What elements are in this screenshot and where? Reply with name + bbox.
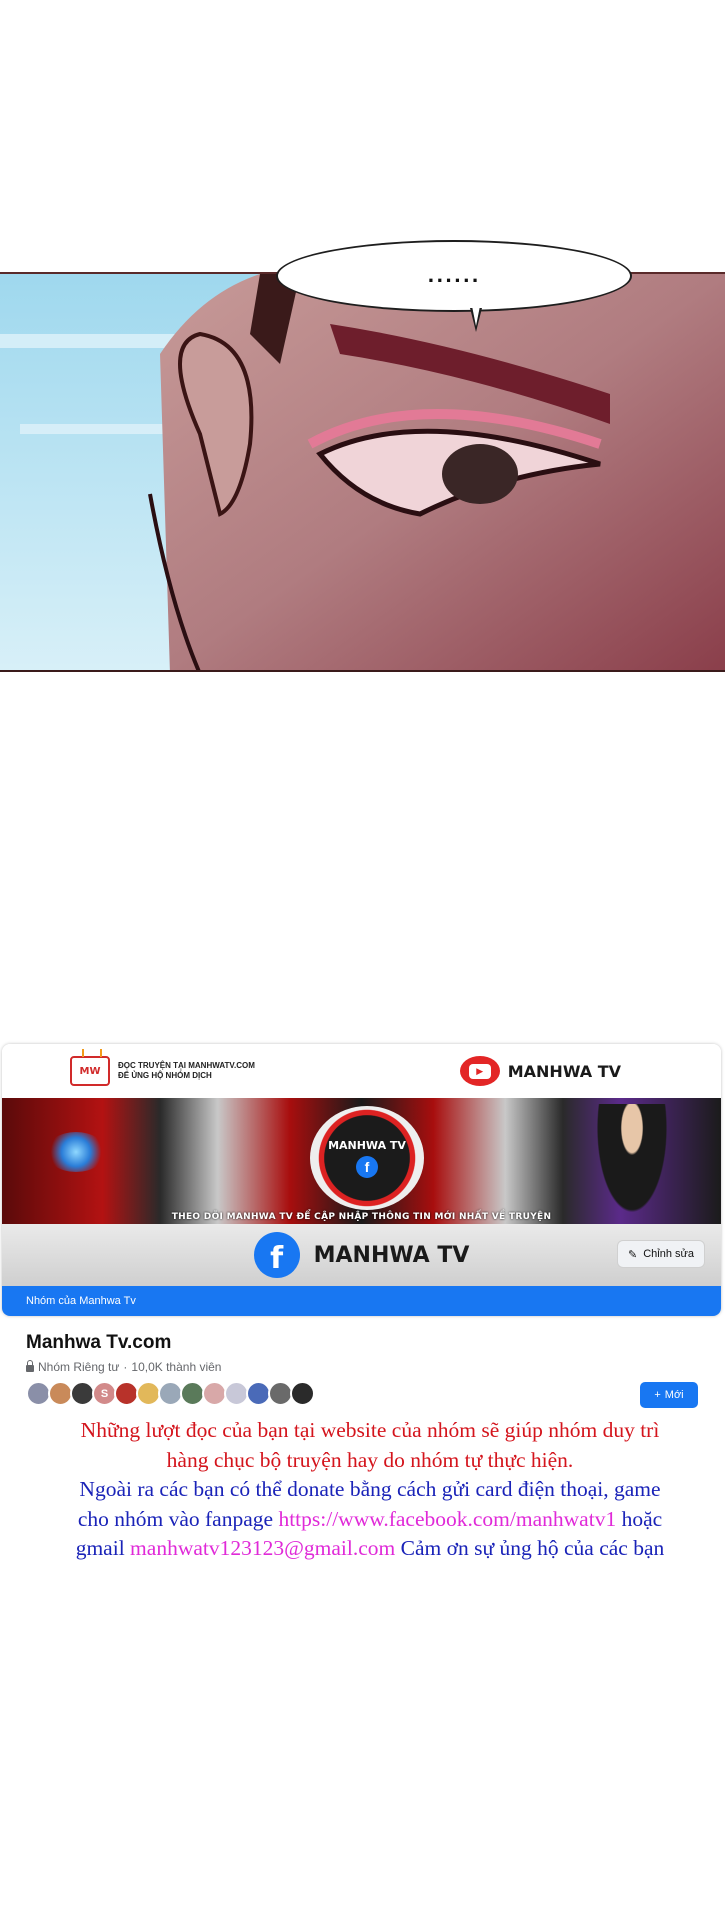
notice-line-5-start: gmail bbox=[75, 1536, 131, 1560]
new-post-label: Mới bbox=[664, 1389, 684, 1401]
character-art bbox=[592, 1104, 672, 1224]
notice-line-5-end: Cảm ơn sự ủng hộ của các bạn bbox=[395, 1536, 665, 1560]
notice-line-1: Những lượt đọc của bạn tại website của n… bbox=[80, 1418, 660, 1442]
speech-bubble: ...... bbox=[276, 240, 632, 312]
group-bar[interactable]: Nhóm của Manhwa Tv bbox=[2, 1286, 721, 1316]
notice-line-5: gmail manhwatv123123@gmail.com Cảm ơn sự… bbox=[30, 1534, 710, 1564]
new-post-button[interactable]: + Mới bbox=[640, 1382, 698, 1408]
notice-line-2: hàng chục bộ truyện hay do nhóm tự thực … bbox=[166, 1447, 574, 1472]
group-members[interactable]: 10,0K thành viên bbox=[131, 1360, 221, 1374]
member-avatars[interactable]: S bbox=[26, 1381, 315, 1406]
notice-line-4: cho nhóm vào fanpage https://www.faceboo… bbox=[30, 1505, 710, 1535]
tv-icon-label: MW bbox=[79, 1065, 101, 1077]
logo-tagline-line1: ĐỌC TRUYỆN TẠI MANHWATV.COM bbox=[118, 1061, 255, 1070]
logo-tagline-line2: ĐỂ ỦNG HỘ NHÓM DỊCH bbox=[118, 1071, 212, 1080]
logo-tagline: ĐỌC TRUYỆN TẠI MANHWATV.COM ĐỂ ỦNG HỘ NH… bbox=[118, 1061, 255, 1081]
notice-line-3: Ngoài ra các bạn có thể donate bằng cách… bbox=[79, 1477, 661, 1501]
group-meta: Nhóm Riêng tư · 10,0K thành viên bbox=[26, 1360, 706, 1374]
youtube-icon: ▶ bbox=[459, 1056, 500, 1086]
bottom-brand-title: MANHWA TV bbox=[313, 1242, 470, 1268]
donation-notice: Những lượt đọc của bạn tại website của n… bbox=[30, 1416, 710, 1564]
facebook-group-card: MW ĐỌC TRUYỆN TẠI MANHWATV.COM ĐỂ ỦNG HỘ… bbox=[2, 1044, 721, 1316]
youtube-brand: ▶ MANHWA TV bbox=[459, 1056, 621, 1086]
group-name[interactable]: Manhwa Tv.com bbox=[26, 1332, 706, 1354]
notice-line-4-end: hoặc bbox=[616, 1506, 663, 1531]
group-bar-label: Nhóm của Manhwa Tv bbox=[26, 1295, 136, 1307]
gmail-link[interactable]: manhwatv123123@gmail.com bbox=[130, 1536, 395, 1560]
meta-separator: · bbox=[123, 1360, 128, 1374]
fanpage-link[interactable]: https://www.facebook.com/manhwatv1 bbox=[278, 1507, 616, 1531]
comic-artwork bbox=[0, 274, 725, 670]
facebook-logo-icon: f bbox=[253, 1232, 300, 1278]
avatar-letter: S bbox=[100, 1387, 109, 1400]
plus-icon: + bbox=[654, 1389, 661, 1401]
comic-panel bbox=[0, 272, 725, 672]
notice-line-4-start: cho nhóm vào fanpage bbox=[77, 1506, 279, 1531]
tv-icon: MW bbox=[70, 1056, 110, 1086]
facebook-icon: f bbox=[356, 1155, 378, 1178]
lock-icon bbox=[26, 1360, 34, 1372]
cover-banner: MANHWA TV f THEO DÕI MANHWA TV ĐỂ CẬP NH… bbox=[2, 1098, 721, 1224]
speech-bubble-text: ...... bbox=[427, 265, 481, 287]
group-info: Manhwa Tv.com Nhóm Riêng tư · 10,0K thàn… bbox=[26, 1332, 706, 1374]
banner-center-logo: MANHWA TV f bbox=[310, 1106, 424, 1210]
banner-brand-title: MANHWA TV bbox=[328, 1138, 406, 1152]
speech-bubble-tail bbox=[470, 306, 482, 332]
top-brand-title: MANHWA TV bbox=[507, 1061, 621, 1081]
edit-cover-label: Chỉnh sửa bbox=[643, 1248, 694, 1260]
banner-caption: THEO DÕI MANHWA TV ĐỂ CẬP NHẬP THÔNG TIN… bbox=[171, 1212, 552, 1222]
manhwatv-logo: MW ĐỌC TRUYỆN TẠI MANHWATV.COM ĐỂ ỦNG HỘ… bbox=[70, 1056, 255, 1086]
avatar[interactable] bbox=[290, 1381, 315, 1406]
glowing-eyes-art bbox=[46, 1132, 106, 1172]
group-privacy: Nhóm Riêng tư bbox=[38, 1360, 120, 1374]
edit-cover-button[interactable]: ✎ Chỉnh sửa bbox=[617, 1240, 705, 1268]
iris bbox=[442, 444, 518, 504]
cover-footer: f MANHWA TV ✎ Chỉnh sửa bbox=[2, 1224, 721, 1286]
pencil-icon: ✎ bbox=[628, 1248, 638, 1261]
cover-header: MW ĐỌC TRUYỆN TẠI MANHWATV.COM ĐỂ ỦNG HỘ… bbox=[2, 1044, 721, 1098]
